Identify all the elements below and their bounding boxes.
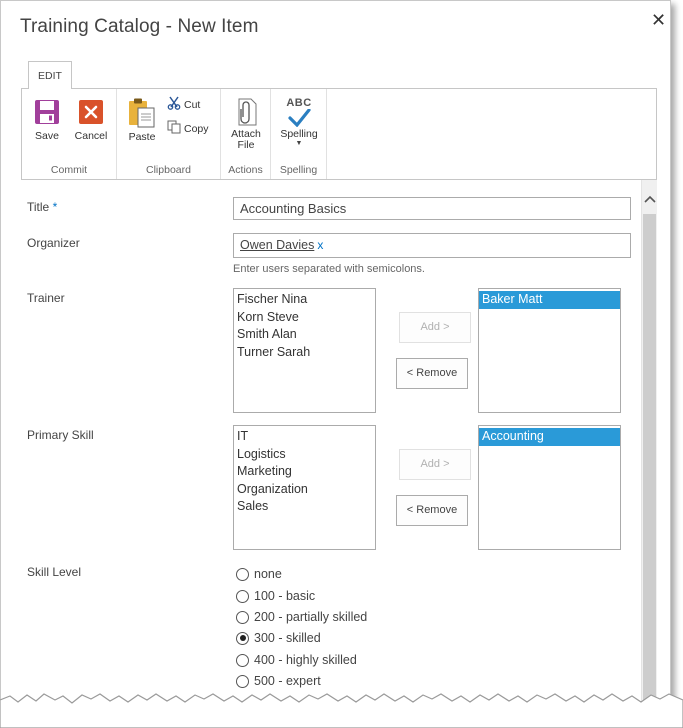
trainer-label: Trainer	[27, 291, 65, 305]
list-item[interactable]: Turner Sarah	[234, 344, 375, 362]
organizer-hint: Enter users separated with semicolons.	[233, 263, 425, 275]
title-label-text: Title	[27, 200, 50, 214]
primary-skill-label: Primary Skill	[27, 428, 94, 442]
skill-level-label: Skill Level	[27, 565, 82, 579]
ribbon-group-commit: Save Cancel Commit	[22, 89, 117, 179]
trainer-add-button[interactable]: Add >	[399, 312, 471, 343]
chevron-down-icon: ▼	[295, 140, 303, 147]
list-item[interactable]: Korn Steve	[234, 309, 375, 327]
dialog-title: Training Catalog - New Item	[20, 16, 259, 37]
cancel-label: Cancel	[74, 130, 108, 142]
radio-button[interactable]	[236, 589, 249, 603]
organizer-person[interactable]: Owen Davies	[240, 238, 314, 252]
skill-add-button[interactable]: Add >	[399, 449, 471, 480]
trainer-available-list[interactable]: Fischer Nina Korn Steve Smith Alan Turne…	[233, 288, 376, 413]
checkmark-icon	[288, 109, 311, 127]
save-label: Save	[35, 130, 59, 142]
radio-label: 200 - partially skilled	[254, 610, 368, 624]
title-label: Title *	[27, 200, 57, 214]
paperclip-icon	[238, 98, 257, 126]
spelling-abc-icon: ABC	[286, 97, 312, 109]
paste-label: Paste	[128, 131, 156, 143]
radio-button-checked[interactable]	[236, 631, 249, 645]
skill-remove-button[interactable]: < Remove	[396, 495, 468, 526]
skill-available-list[interactable]: IT Logistics Marketing Organization Sale…	[233, 425, 376, 550]
organizer-input[interactable]: Owen Davies x	[233, 233, 631, 258]
radio-level-300[interactable]: 300 - skilled	[236, 629, 321, 647]
radio-label: 100 - basic	[254, 589, 316, 603]
radio-level-400[interactable]: 400 - highly skilled	[236, 651, 357, 669]
ribbon-group-clipboard: Paste Cut Copy Clipboard	[117, 89, 221, 179]
cut-button[interactable]: Cut	[167, 96, 200, 113]
list-item-selected[interactable]: Baker Matt	[479, 291, 620, 309]
radio-button[interactable]	[236, 610, 249, 624]
ribbon-group-spelling: ABC Spelling ▼ Spelling	[271, 89, 327, 179]
save-button[interactable]: Save	[30, 99, 64, 142]
save-icon	[35, 100, 59, 124]
group-label-actions: Actions	[228, 164, 263, 176]
cut-label: Cut	[184, 98, 201, 111]
scroll-up-icon[interactable]	[644, 194, 656, 206]
tab-edit[interactable]: EDIT	[28, 61, 72, 89]
radio-level-100[interactable]: 100 - basic	[236, 587, 315, 605]
cancel-icon	[79, 100, 103, 124]
trainer-remove-button[interactable]: < Remove	[396, 358, 468, 389]
list-item[interactable]: Sales	[234, 498, 375, 516]
group-label-commit: Commit	[50, 164, 88, 176]
radio-button[interactable]	[236, 567, 249, 581]
copy-label: Copy	[184, 122, 209, 135]
skill-selected-list[interactable]: Accounting	[478, 425, 621, 550]
list-item[interactable]: Smith Alan	[234, 326, 375, 344]
list-item-selected[interactable]: Accounting	[479, 428, 620, 446]
group-label-spelling: Spelling	[279, 164, 318, 176]
copy-button[interactable]: Copy	[167, 120, 209, 137]
copy-icon	[167, 120, 181, 137]
close-icon[interactable]: ✕	[651, 10, 666, 30]
list-item[interactable]: Marketing	[234, 463, 375, 481]
radio-level-none[interactable]: none	[236, 565, 282, 583]
radio-button[interactable]	[236, 653, 249, 667]
torn-edge-decoration	[0, 693, 683, 728]
title-input[interactable]: Accounting Basics	[233, 197, 631, 220]
ribbon: Save Cancel Commit Paste Cut Copy Clipbo…	[21, 88, 657, 180]
list-item[interactable]: Logistics	[234, 446, 375, 464]
attach-file-button[interactable]: Attach File	[227, 97, 265, 151]
required-mark: *	[49, 200, 58, 214]
dialog: Training Catalog - New Item ✕ EDIT Save	[0, 0, 671, 728]
paste-button[interactable]: Paste	[125, 97, 159, 143]
radio-label: none	[254, 567, 282, 581]
list-item[interactable]: Fischer Nina	[234, 291, 375, 309]
cancel-button[interactable]: Cancel	[72, 99, 110, 142]
spelling-button[interactable]: ABC Spelling ▼	[277, 97, 321, 148]
vertical-scrollbar[interactable]	[641, 180, 657, 727]
list-item[interactable]: Organization	[234, 481, 375, 499]
form: Title * Accounting Basics Organizer Owen…	[21, 180, 641, 727]
paste-icon	[129, 98, 155, 128]
list-item[interactable]: IT	[234, 428, 375, 446]
scissors-icon	[167, 96, 181, 113]
attach-label-2: File	[237, 139, 255, 151]
ribbon-group-actions: Attach File Actions	[221, 89, 271, 179]
trainer-selected-list[interactable]: Baker Matt	[478, 288, 621, 413]
spelling-label: Spelling	[280, 128, 318, 140]
group-label-clipboard: Clipboard	[146, 164, 191, 176]
radio-label: 300 - skilled	[254, 631, 321, 645]
radio-label: 400 - highly skilled	[254, 653, 357, 667]
remove-person-icon[interactable]: x	[317, 238, 323, 252]
radio-level-200[interactable]: 200 - partially skilled	[236, 608, 367, 626]
organizer-label: Organizer	[27, 236, 80, 250]
scrollbar-thumb[interactable]	[643, 214, 656, 724]
